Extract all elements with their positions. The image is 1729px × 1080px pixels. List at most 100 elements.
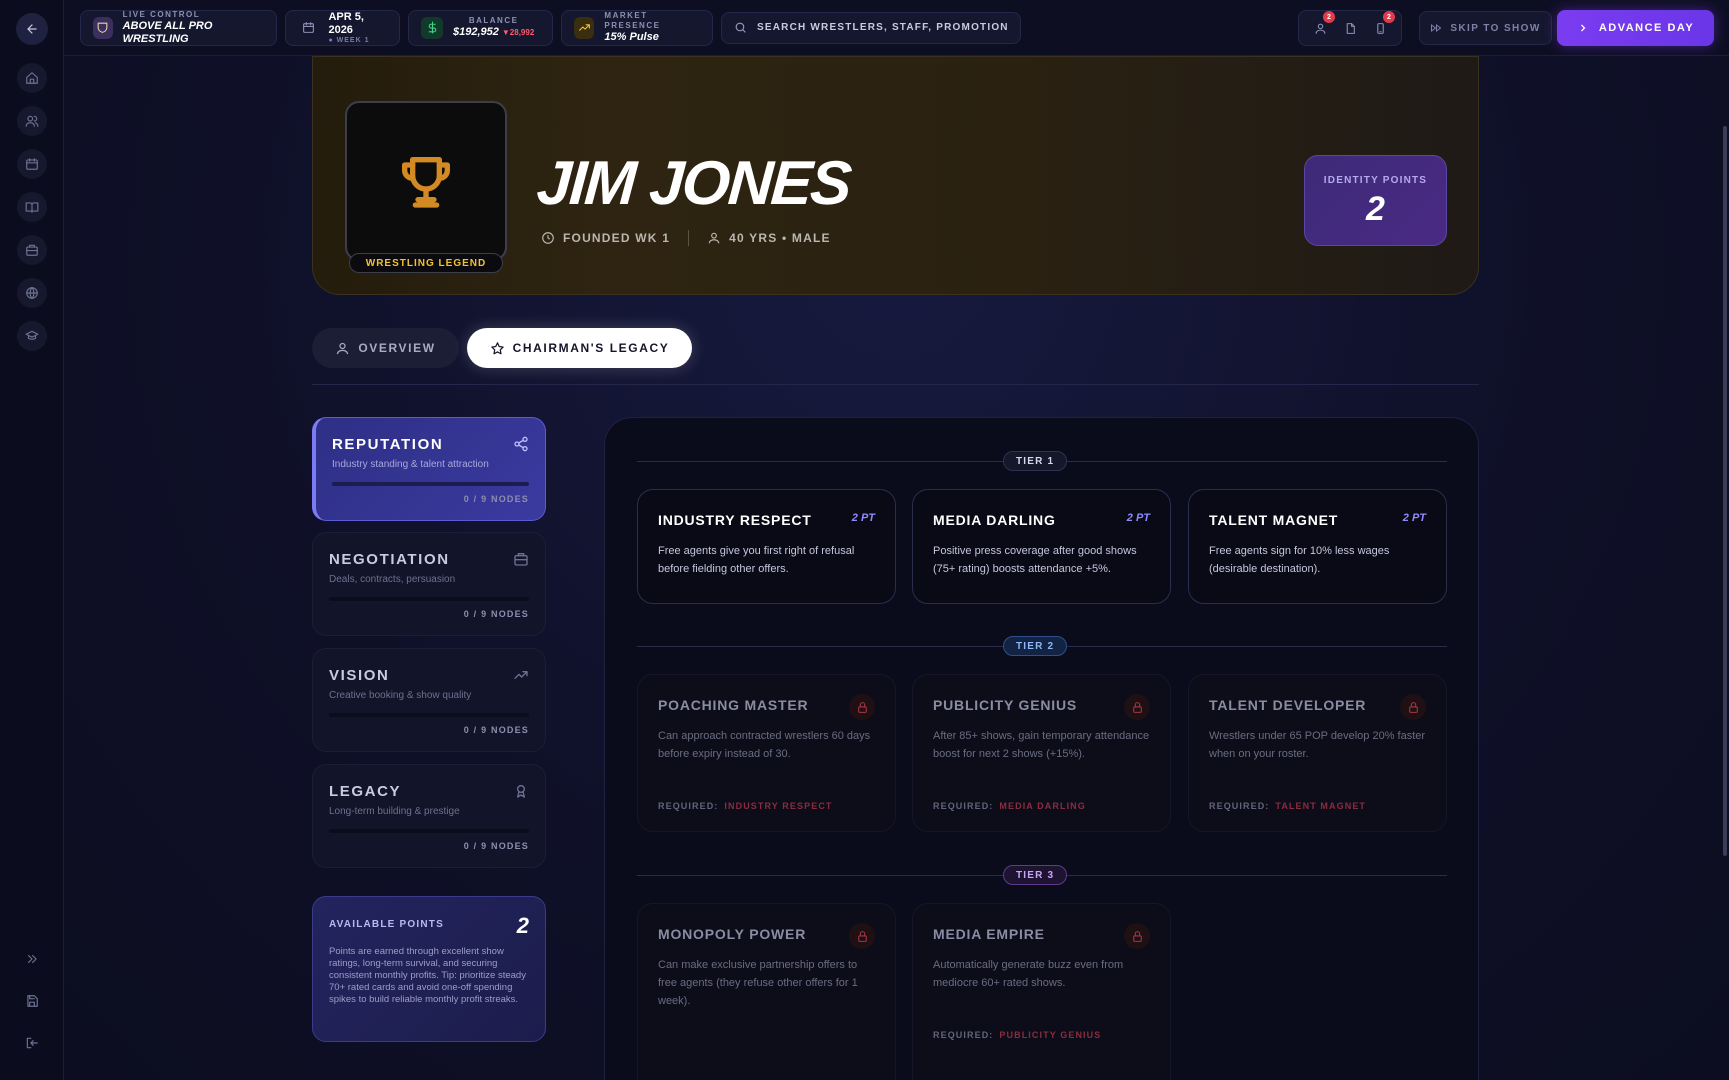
phone-icon (1376, 22, 1384, 34)
scrollbar[interactable] (1723, 126, 1727, 856)
user-icon (708, 232, 720, 244)
tier-2-label: TIER 2 (1003, 636, 1068, 656)
node-cost: 2 PT (851, 512, 875, 524)
users-icon (25, 115, 38, 127)
top-bar: LIVE CONTROL ABOVE ALL PRO WRESTLING APR… (64, 0, 1729, 56)
identity-points-label: IDENTITY POINTS (1323, 175, 1428, 186)
crest-icon (97, 22, 108, 33)
lock-icon (849, 694, 875, 720)
advance-day-button[interactable]: ADVANCE DAY (1557, 10, 1714, 46)
market-presence-value: 15% Pulse (604, 31, 659, 43)
category-negotiation[interactable]: NEGOTIATION Deals, contracts, persuasion… (312, 532, 546, 636)
globe-icon (25, 287, 38, 299)
required-label: REQUIRED: (933, 1030, 994, 1040)
profile-tabs: OVERVIEW CHAIRMAN'S LEGACY (312, 328, 700, 368)
founded-text: FOUNDED WK 1 (563, 231, 671, 245)
skip-to-show-label: SKIP TO SHOW (1450, 22, 1541, 34)
trending-up-icon (574, 16, 595, 39)
tier-1-label: TIER 1 (1003, 451, 1068, 471)
market-presence-label: MARKET PRESENCE (604, 11, 661, 30)
node-desc: Can approach contracted wrestlers 60 day… (658, 730, 871, 760)
required-node: INDUSTRY RESPECT (724, 801, 833, 811)
node-desc: Wrestlers under 65 POP develop 20% faste… (1209, 730, 1426, 760)
nav-roster-button[interactable] (16, 106, 47, 136)
tab-chairmans-legacy[interactable]: CHAIRMAN'S LEGACY (467, 328, 692, 368)
node-requirement: REQUIRED: PUBLICITY GENIUS (933, 1030, 1101, 1040)
nav-world-button[interactable] (16, 278, 47, 308)
section-divider (312, 384, 1479, 385)
node-publicity-genius[interactable]: PUBLICITY GENIUS After 85+ shows, gain t… (912, 674, 1171, 832)
lock-icon (1400, 694, 1426, 720)
profile-meta: FOUNDED WK 1 40 YRS • MALE (541, 230, 831, 246)
search-box[interactable] (721, 11, 1021, 44)
category-desc: Deals, contracts, persuasion (329, 574, 456, 585)
node-media-darling[interactable]: MEDIA DARLING 2 PT Positive press covera… (912, 489, 1171, 604)
category-desc: Long-term building & prestige (329, 806, 460, 817)
node-title: TALENT DEVELOPER (1209, 697, 1367, 713)
promotion-pill[interactable]: LIVE CONTROL ABOVE ALL PRO WRESTLING (80, 9, 277, 46)
lock-icon (1124, 694, 1150, 720)
search-input[interactable] (757, 22, 1007, 33)
balance-value: $192,952 (453, 26, 499, 38)
current-date: APR 5, 2026 (328, 11, 364, 36)
chevron-right-icon (1580, 24, 1586, 32)
nav-home-button[interactable] (16, 63, 47, 93)
sidebar (0, 0, 64, 1080)
briefcase-icon (513, 551, 529, 567)
live-control-label: LIVE CONTROL (122, 9, 201, 19)
phone-notifications-button[interactable]: 2 (1369, 11, 1395, 39)
back-button[interactable] (15, 13, 48, 45)
category-title: REPUTATION (332, 436, 444, 453)
documents-button[interactable] (1339, 17, 1361, 39)
dollar-icon (421, 16, 443, 39)
book-icon (25, 202, 38, 213)
node-talent-magnet[interactable]: TALENT MAGNET 2 PT Free agents sign for … (1188, 489, 1447, 604)
node-monopoly-power[interactable]: MONOPOLY POWER Can make exclusive partne… (637, 903, 896, 1080)
category-title: NEGOTIATION (329, 551, 450, 568)
node-title: INDUSTRY RESPECT (658, 512, 812, 528)
home-icon (25, 72, 38, 84)
node-industry-respect[interactable]: INDUSTRY RESPECT 2 PT Free agents give y… (637, 489, 896, 604)
nav-training-button[interactable] (16, 321, 47, 351)
profile-header: WRESTLING LEGEND JIM JONES FOUNDED WK 1 … (312, 56, 1479, 295)
category-reputation[interactable]: REPUTATION Industry standing & talent at… (312, 417, 546, 521)
advance-day-label: ADVANCE DAY (1598, 22, 1695, 34)
category-progress-bar (329, 713, 529, 717)
logout-button[interactable] (17, 1028, 47, 1058)
node-title: MEDIA EMPIRE (933, 926, 1045, 942)
date-pill[interactable]: APR 5, 2026 ● WEEK 1 (285, 9, 400, 46)
node-talent-developer[interactable]: TALENT DEVELOPER Wrestlers under 65 POP … (1188, 674, 1447, 832)
market-presence-pill[interactable]: MARKET PRESENCE 15% Pulse (561, 9, 713, 46)
phone-badge: 2 (1383, 11, 1395, 23)
tab-overview[interactable]: OVERVIEW (312, 328, 459, 368)
balance-label: BALANCE (468, 16, 519, 25)
calendar-icon (25, 158, 38, 170)
avatar (345, 101, 507, 261)
node-poaching-master[interactable]: POACHING MASTER Can approach contracted … (637, 674, 896, 832)
tab-overview-label: OVERVIEW (358, 341, 436, 355)
node-desc: Positive press coverage after good shows… (933, 545, 1137, 575)
expand-sidebar-button[interactable] (17, 944, 47, 974)
category-nodes: 0 / 9 NODES (463, 609, 529, 619)
nav-business-button[interactable] (16, 235, 47, 265)
balance-change: ▼28,992 (501, 28, 535, 37)
nav-book-button[interactable] (16, 192, 47, 222)
nav-calendar-button[interactable] (16, 149, 47, 179)
category-legacy[interactable]: LEGACY Long-term building & prestige 0 /… (312, 764, 546, 868)
available-points-value: 2 (516, 913, 529, 938)
identity-points-card: IDENTITY POINTS 2 (1304, 155, 1447, 246)
lock-icon (849, 923, 875, 949)
save-button[interactable] (17, 986, 47, 1016)
node-desc: Can make exclusive partnership offers to… (658, 959, 858, 1007)
node-title: PUBLICITY GENIUS (933, 697, 1078, 713)
node-media-empire[interactable]: MEDIA EMPIRE Automatically generate buzz… (912, 903, 1171, 1080)
skip-to-show-button[interactable]: SKIP TO SHOW (1419, 11, 1552, 45)
category-vision[interactable]: VISION Creative booking & show quality 0… (312, 648, 546, 752)
people-notifications-button[interactable]: 2 (1309, 11, 1335, 39)
category-progress-bar (329, 597, 529, 601)
trophy-icon (402, 157, 450, 208)
search-icon (735, 22, 746, 33)
balance-pill[interactable]: BALANCE $192,952 ▼28,992 (408, 9, 553, 46)
category-nodes: 0 / 9 NODES (463, 841, 529, 851)
user-icon (1315, 23, 1325, 34)
